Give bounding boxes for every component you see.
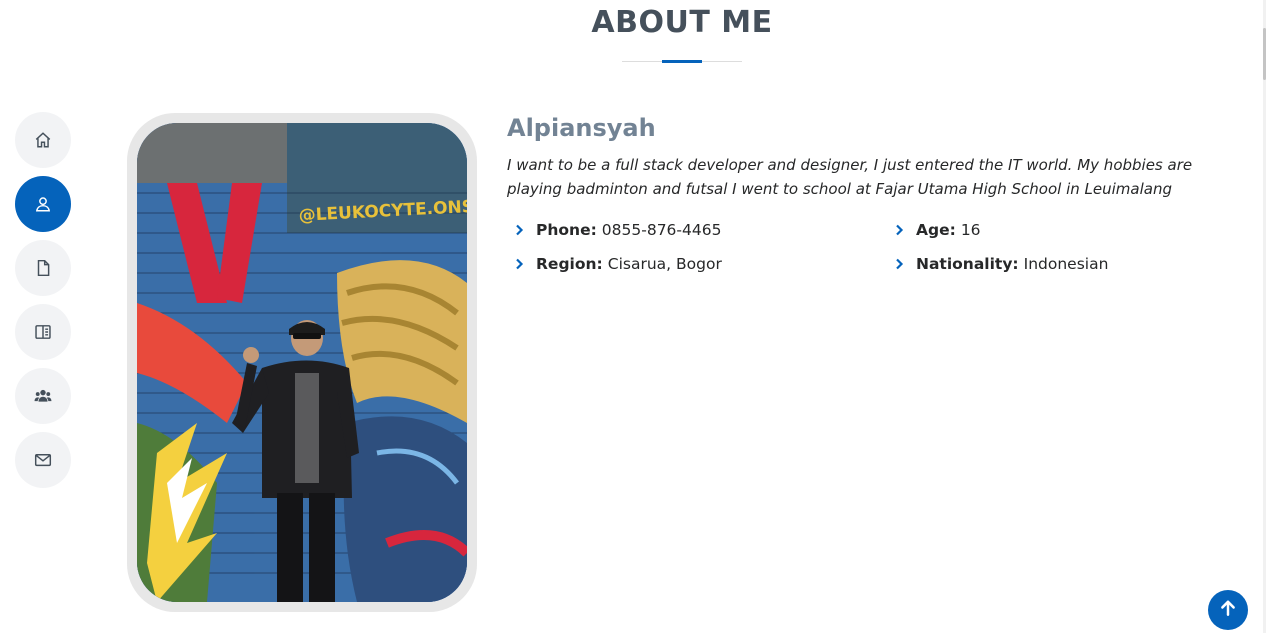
info-age: Age: 16 [890, 219, 981, 241]
nav-about-button[interactable] [15, 176, 71, 232]
info-nationality: Nationality: Indonesian [890, 253, 1108, 275]
nav-resume-button[interactable] [15, 240, 71, 296]
home-icon [34, 131, 52, 149]
profile-photo: @LEUKOCYTE.ONSLA [137, 123, 467, 602]
info-phone: Phone: 0855-876-4465 [510, 219, 721, 241]
info-region-label: Region: [536, 255, 603, 273]
profile-name: Alpiansyah [507, 114, 656, 142]
profile-photo-frame: @LEUKOCYTE.ONSLA [127, 113, 477, 612]
title-accent-bar [662, 60, 702, 63]
section-heading: ABOUT ME [591, 5, 773, 40]
info-age-label: Age: [916, 221, 956, 239]
nav-services-button[interactable] [15, 368, 71, 424]
info-phone-value: 0855-876-4465 [601, 221, 722, 239]
info-region: Region: Cisarua, Bogor [510, 253, 722, 275]
info-nationality-value: Indonesian [1023, 255, 1109, 273]
chevron-right-icon [510, 221, 528, 239]
info-region-value: Cisarua, Bogor [607, 255, 722, 273]
person-icon [34, 195, 52, 213]
people-icon [34, 387, 52, 405]
envelope-icon [34, 451, 52, 469]
info-age-value: 16 [960, 221, 981, 239]
nav-home-button[interactable] [15, 112, 71, 168]
profile-bio: I want to be a full stack developer and … [507, 156, 1193, 198]
back-to-top-button[interactable] [1208, 590, 1248, 630]
chevron-right-icon [510, 255, 528, 273]
chevron-right-icon [890, 221, 908, 239]
nav-contact-button[interactable] [15, 432, 71, 488]
side-nav [15, 112, 71, 496]
nav-portfolio-button[interactable] [15, 304, 71, 360]
about-content: Alpiansyah I want to be a full stack dev… [507, 112, 1227, 299]
book-icon [34, 323, 52, 341]
info-phone-label: Phone: [536, 221, 597, 239]
info-nationality-label: Nationality: [916, 255, 1019, 273]
file-icon [34, 259, 52, 277]
arrow-up-icon [1219, 599, 1237, 621]
info-grid: Phone: 0855-876-4465 Age: 16 Region: Cis… [507, 219, 1227, 299]
chevron-right-icon [890, 255, 908, 273]
